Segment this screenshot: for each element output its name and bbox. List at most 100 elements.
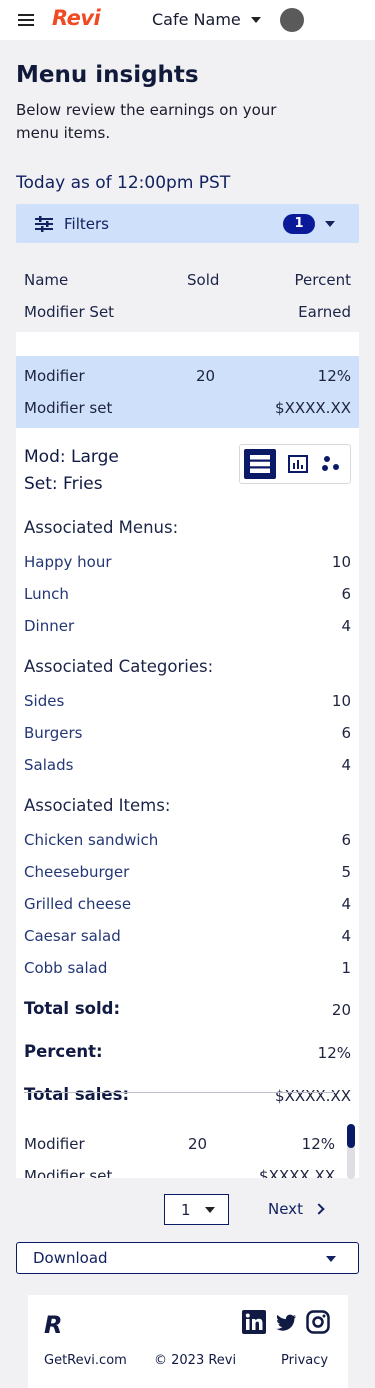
menu-row[interactable]: Happy hour 10 — [24, 553, 351, 573]
download-select[interactable]: Download — [16, 1242, 359, 1274]
cafe-selector[interactable]: Cafe Name — [152, 10, 261, 29]
footer: R GetRevi.com © 2023 Revi Privacy — [28, 1295, 348, 1388]
percent-value: 12% — [317, 1044, 351, 1062]
item-row[interactable]: Cobb salad 1 — [24, 959, 351, 979]
item-name: Grilled cheese — [24, 895, 132, 913]
category-row[interactable]: Salads 4 — [24, 756, 351, 776]
total-sold-label: Total sold: — [24, 999, 121, 1018]
column-header-sold: Sold — [187, 271, 220, 289]
category-count: 4 — [341, 756, 351, 774]
as-of-timestamp: Today as of 12:00pm PST — [16, 173, 231, 193]
filter-count-badge: 1 — [283, 214, 315, 234]
total-sales-value: $XXXX.XX — [275, 1087, 351, 1105]
item-name: Chicken sandwich — [24, 831, 159, 849]
row-earned: $XXXX.XX — [259, 1167, 335, 1178]
category-count: 10 — [331, 692, 351, 710]
footer-logo[interactable]: R — [44, 1311, 62, 1339]
item-row[interactable]: Chicken sandwich 6 — [24, 831, 351, 851]
twitter-icon[interactable] — [274, 1310, 298, 1334]
chevron-down-icon — [205, 1207, 215, 1213]
detail-set: Set: Fries — [24, 474, 103, 494]
scatter-view-button[interactable] — [315, 449, 347, 479]
column-header-modifier-set: Modifier Set — [24, 303, 115, 321]
item-name: Cheeseburger — [24, 863, 130, 881]
page-title: Menu insights — [16, 62, 199, 88]
bar-chart-view-button[interactable] — [282, 449, 314, 479]
row-divider — [24, 1092, 335, 1093]
chevron-right-icon — [313, 1203, 325, 1215]
item-name: Caesar salad — [24, 927, 121, 945]
list-view-icon — [250, 455, 270, 473]
social-links — [242, 1310, 330, 1334]
category-name: Burgers — [24, 724, 83, 742]
download-label: Download — [33, 1249, 108, 1267]
item-row[interactable]: Caesar salad 4 — [24, 927, 351, 947]
item-count: 4 — [341, 927, 351, 945]
row-percent: 12% — [301, 1135, 335, 1153]
column-header-name: Name — [24, 271, 69, 289]
page-select[interactable]: 1 — [164, 1194, 229, 1225]
bar-chart-icon — [288, 455, 308, 473]
menu-name: Dinner — [24, 617, 75, 635]
associated-categories-heading: Associated Categories: — [24, 657, 214, 676]
item-count: 1 — [341, 959, 351, 977]
row-name: Modifier — [24, 1135, 85, 1153]
category-name: Sides — [24, 692, 65, 710]
avatar[interactable] — [280, 8, 304, 32]
chevron-down-icon — [325, 221, 335, 227]
item-row[interactable]: Grilled cheese 4 — [24, 895, 351, 915]
scrollbar-thumb[interactable] — [347, 1124, 355, 1148]
category-count: 6 — [341, 724, 351, 742]
instagram-icon[interactable] — [306, 1310, 330, 1334]
menu-name: Lunch — [24, 585, 69, 603]
category-row[interactable]: Burgers 6 — [24, 724, 351, 744]
detail-modifier: Mod: Large — [24, 447, 119, 467]
footer-privacy-link[interactable]: Privacy — [281, 1353, 328, 1368]
list-view-button[interactable] — [244, 449, 276, 479]
item-count: 4 — [341, 895, 351, 913]
column-header-percent: Percent — [294, 271, 351, 289]
item-name: Cobb salad — [24, 959, 108, 977]
footer-site-link[interactable]: GetRevi.com — [44, 1353, 127, 1368]
menu-row[interactable]: Dinner 4 — [24, 617, 351, 637]
top-bar: Revi Cafe Name — [0, 0, 375, 40]
page-subtitle: Below review the earnings on your menu i… — [16, 101, 277, 142]
next-label: Next — [268, 1200, 303, 1218]
next-page-button[interactable]: Next — [268, 1200, 325, 1218]
row-sold: 20 — [196, 367, 216, 385]
column-header-earned: Earned — [298, 303, 351, 321]
row-modifier-set: Modifier set — [24, 1167, 113, 1178]
menu-row[interactable]: Lunch 6 — [24, 585, 351, 605]
filters-label: Filters — [64, 215, 109, 233]
row-percent: 12% — [317, 367, 351, 385]
menu-count: 6 — [341, 585, 351, 603]
row-earned: $XXXX.XX — [275, 399, 351, 417]
filters-bar[interactable]: Filters 1 — [16, 204, 359, 243]
menu-icon[interactable] — [18, 14, 34, 26]
menu-count: 4 — [341, 617, 351, 635]
page-number: 1 — [181, 1201, 191, 1219]
total-sales-label: Total sales: — [24, 1085, 130, 1104]
item-count: 5 — [341, 863, 351, 881]
associated-menus-heading: Associated Menus: — [24, 518, 179, 537]
item-count: 6 — [341, 831, 351, 849]
table-row-selected[interactable]: Modifier 20 12% Modifier set $XXXX.XX — [16, 356, 359, 428]
row-sold: 20 — [188, 1135, 208, 1153]
row-modifier-set: Modifier set — [24, 399, 113, 417]
category-row[interactable]: Sides 10 — [24, 692, 351, 712]
footer-copyright: © 2023 Revi — [154, 1353, 237, 1368]
cafe-name: Cafe Name — [152, 10, 241, 29]
percent-label: Percent: — [24, 1042, 103, 1061]
total-sold-value: 20 — [331, 1001, 351, 1019]
row-name: Modifier — [24, 367, 85, 385]
menu-count: 10 — [331, 553, 351, 571]
view-toggle — [239, 444, 351, 484]
filter-sliders-icon — [35, 216, 53, 232]
associated-items-heading: Associated Items: — [24, 796, 171, 815]
insights-table: Modifier 20 12% Modifier set $XXXX.XX Mo… — [16, 332, 359, 1178]
item-row[interactable]: Cheeseburger 5 — [24, 863, 351, 883]
revi-logo[interactable]: Revi — [52, 6, 101, 30]
linkedin-icon[interactable] — [242, 1310, 266, 1334]
chevron-down-icon — [326, 1256, 336, 1262]
chevron-down-icon — [250, 16, 261, 23]
